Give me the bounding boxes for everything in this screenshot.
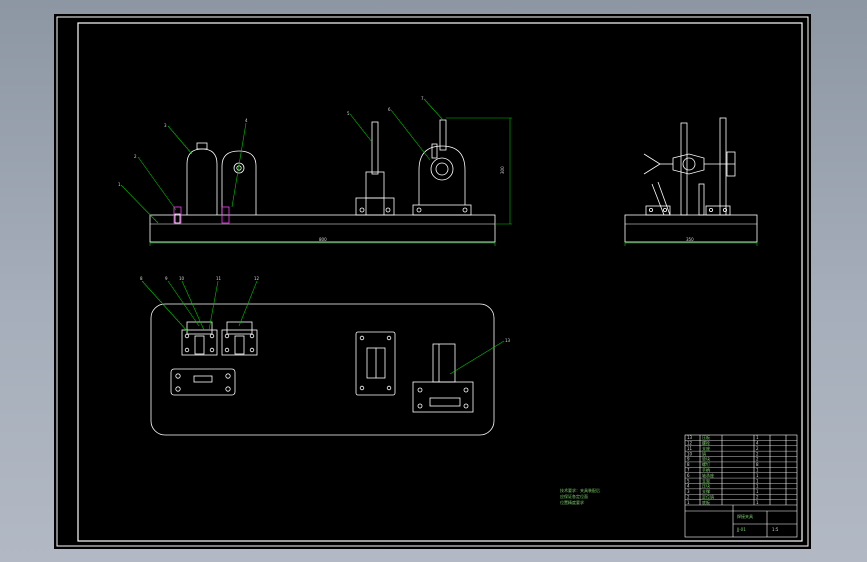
title-block-cell: 垫块 [702,456,710,462]
drawing-sheet: 800 300 1 2 3 4 5 6 7 350 8 9 10 11 12 1… [54,14,811,549]
title-block-cell: 螺钉 [702,461,710,467]
front-view [149,119,496,243]
title-block-cell: 5 [687,478,690,483]
title-block-cell: 底板 [702,499,710,505]
inner-frame [77,22,803,542]
title-block-scale: 1:5 [772,527,779,532]
title-block-cell: 压块 [702,483,710,489]
title-block-cell: 7 [687,467,690,472]
arch-support-4 [221,150,257,215]
title-block-cell: 2 [756,446,759,451]
balloon-4: 4 [245,118,248,123]
title-block-cell: 3 [687,489,690,494]
title-block-cell: 4 [687,484,690,489]
balloon-2: 2 [134,154,137,159]
title-block-cell: 1 [756,435,759,440]
balloon-7: 7 [421,96,424,101]
title-block-cell: 2 [756,457,759,462]
balloon-1: 1 [118,182,121,187]
handle-7 [439,119,447,151]
tech-note-line-1: 技术要求：夹具装配后 [560,487,600,493]
balloon-6: 6 [388,107,391,112]
title-block-cell: 支架 [702,477,710,483]
bracket-5 [371,121,379,175]
title-block-cell: 支座 [702,445,710,451]
front-length-text: 800 [319,237,327,242]
plan-view [150,303,495,436]
title-block-cell: 支撑 [702,488,710,494]
title-block-cell: 1 [756,484,759,489]
title-block-cell: 8 [756,462,759,467]
balloon-3: 3 [164,123,167,128]
arch-support-3 [186,148,218,215]
title-block-cell: 11 [687,446,693,451]
title-block-cell: 8 [687,462,690,467]
cad-drawing: 800 300 1 2 3 4 5 6 7 350 8 9 10 11 12 1… [56,16,809,547]
title-block-cell: 9 [687,457,690,462]
title-block-cell: 1 [756,500,759,505]
outer-frame [56,16,809,547]
tech-note-line-2: 应保证各定位面 [560,493,588,499]
front-height-text: 300 [500,166,505,174]
balloon-8: 8 [140,276,143,281]
title-block-cell: 轴承座 [702,472,714,478]
title-block-cell: 2 [756,451,759,456]
mount-plate [355,331,396,396]
side-view [624,117,758,243]
bracket-plan [412,381,474,413]
title-block-cell: 2 [687,494,690,499]
title-block-cell: 定位销 [702,493,714,499]
title-block-cell: 12 [687,441,693,446]
title-block-cell: 10 [687,451,693,456]
balloon-12: 12 [254,276,260,281]
title-block-drawing-no: JJ-01 [736,527,746,532]
title-block-cell: 1 [756,467,759,472]
side-length-text: 350 [686,237,694,242]
title-block-cell: 6 [687,473,690,478]
title-block-cell: 2 [756,494,759,499]
plan-outline [150,303,495,436]
tech-note-line-3: 位置精度要求 [560,499,584,505]
title-block-cell: 压板 [702,434,710,440]
title-block-cell: 手柄 [702,466,710,472]
title-block-cell: 1 [756,473,759,478]
title-block-title: 焊接夹具 [737,513,753,519]
balloon-11: 11 [216,276,222,281]
title-block-cell: 4 [756,441,759,446]
title-block-cell: 1 [687,500,690,505]
title-block-cell: 1 [756,489,759,494]
balloon-10: 10 [179,276,185,281]
balloon-13: 13 [505,338,511,343]
title-block-cell: 13 [687,435,693,440]
balloon-5: 5 [347,111,350,116]
title-block-cell: 1 [756,478,759,483]
title-block-cell: 螺栓 [702,440,710,446]
title-block-cell: 销 [702,450,706,456]
balloon-9: 9 [165,276,168,281]
